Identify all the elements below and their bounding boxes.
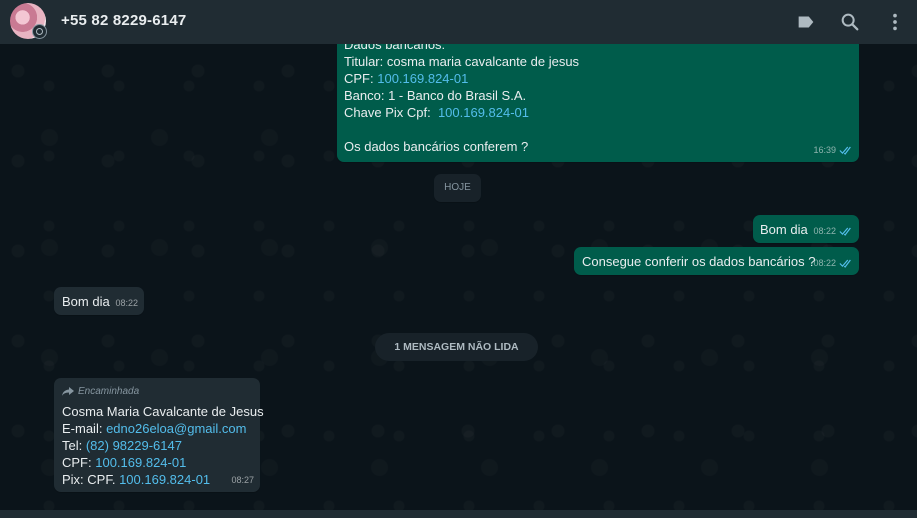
message-text: Titular: cosma maria cavalcante de jesus [344,54,580,69]
phone-link[interactable]: 100.169.824-01 [119,472,210,487]
message-meta: 08:22 [115,295,138,312]
read-ticks-icon [839,146,851,155]
message-text: Consegue conferir os dados bancários ? [582,254,816,269]
message-meta: 16:39 [813,142,853,159]
message-text: Banco: 1 - Banco do Brasil S.A. [344,88,527,103]
unread-divider: 1 MENSAGEM NÃO LIDA [375,333,538,361]
message-text: Bom dia [62,294,110,309]
message-bubble-incoming[interactable]: Encaminhada Cosma Maria Cavalcante de Je… [54,378,264,492]
message-time: 16:39 [813,145,836,155]
menu-icon[interactable] [884,11,906,33]
message-meta: 08:22 [813,255,853,272]
forwarded-label: Encaminhada [62,383,252,400]
search-icon[interactable] [839,11,861,33]
phone-link[interactable]: (82) 98229-6147 [86,438,182,453]
message-text: Cosma Maria Cavalcante de Jesus [62,404,264,419]
message-text: Chave Pix Cpf: 100.169.824-01 [344,105,530,120]
message-bubble-outgoing[interactable]: Bom dia 08:22 [753,215,859,243]
message-text: Os dados bancários conferem ? [344,139,529,154]
label-icon[interactable] [795,11,817,33]
message-bubble-outgoing[interactable]: Consegue conferir os dados bancários ? 0… [574,247,859,275]
read-ticks-icon [839,259,851,268]
message-meta: 08:27 [231,472,254,489]
chat-header: +55 82 8229-6147 [0,0,917,44]
contact-name[interactable]: +55 82 8229-6147 [61,12,186,29]
message-time: 08:22 [813,258,836,268]
whatsapp-chat-window: +55 82 8229-6147 Dados bancários: Titula… [0,0,917,518]
message-bubble-outgoing[interactable]: Dados bancários: Titular: cosma maria ca… [337,44,859,162]
message-text: CPF: 100.169.824-01 [62,455,187,470]
message-time: 08:22 [115,298,138,308]
date-divider: HOJE [434,174,481,202]
message-text: Pix: CPF. 100.169.824-01 [62,472,211,487]
status-icon [32,24,47,39]
message-meta: 08:22 [813,223,853,240]
email-link[interactable]: edno26eloa@gmail.com [106,421,246,436]
message-text: Dados bancários: [344,44,446,52]
phone-link[interactable]: 100.169.824-01 [438,105,529,120]
composer-bar [0,510,917,518]
message-text: Bom dia [760,222,808,237]
message-text: Tel: (82) 98229-6147 [62,438,182,453]
message-list[interactable]: Dados bancários: Titular: cosma maria ca… [0,44,917,510]
message-text: E-mail: edno26eloa@gmail.com [62,421,247,436]
read-ticks-icon [839,227,851,236]
message-text: CPF: 100.169.824-01 [344,71,469,86]
message-bubble-incoming[interactable]: Bom dia 08:22 [54,287,144,315]
phone-link[interactable]: 100.169.824-01 [95,455,186,470]
message-time: 08:22 [813,226,836,236]
forward-icon [62,387,74,396]
message-time: 08:27 [231,475,254,485]
phone-link[interactable]: 100.169.824-01 [377,71,468,86]
